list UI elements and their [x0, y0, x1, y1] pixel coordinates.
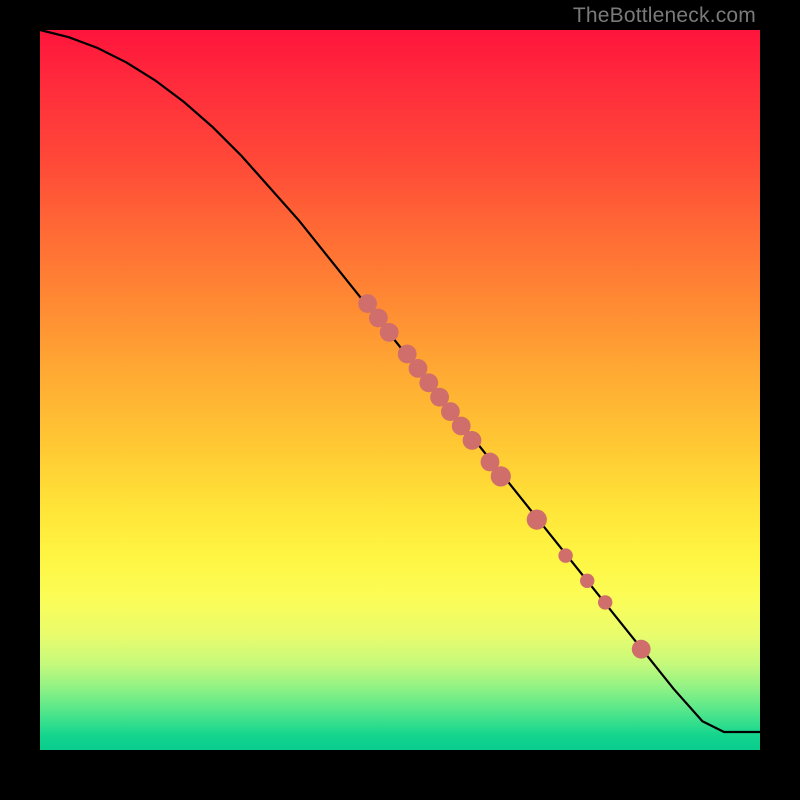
data-point — [380, 323, 399, 342]
data-point — [580, 574, 594, 588]
data-point — [598, 595, 612, 609]
plot-area — [40, 30, 760, 750]
data-point — [463, 431, 482, 450]
data-point — [491, 466, 511, 486]
chart-stage: TheBottleneck.com — [0, 0, 800, 800]
chart-svg — [40, 30, 760, 750]
data-point — [632, 640, 651, 659]
data-point — [527, 510, 547, 530]
watermark-text: TheBottleneck.com — [573, 4, 756, 28]
data-points-group — [358, 294, 650, 658]
bottleneck-curve — [40, 30, 760, 732]
data-point — [558, 548, 572, 562]
